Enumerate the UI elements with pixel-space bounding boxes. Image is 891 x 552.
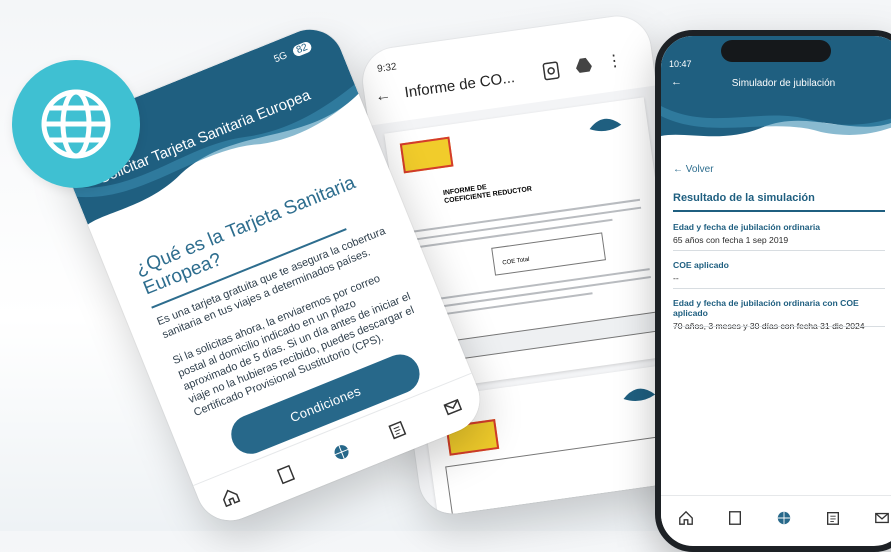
home-icon[interactable] bbox=[216, 483, 245, 512]
folder-icon[interactable] bbox=[724, 507, 746, 529]
row-divider bbox=[673, 250, 885, 251]
back-arrow-icon[interactable]: ← bbox=[374, 86, 392, 106]
clipboard-icon[interactable] bbox=[822, 507, 844, 529]
clipboard-icon[interactable] bbox=[383, 415, 412, 444]
row-value: 65 años con fecha 1 sep 2019 bbox=[673, 235, 885, 245]
volver-link[interactable]: ← Volver bbox=[673, 164, 714, 175]
globe-icon[interactable] bbox=[327, 438, 356, 467]
mail-icon[interactable] bbox=[871, 507, 891, 529]
section-underline bbox=[673, 210, 885, 212]
search-doc-icon[interactable] bbox=[542, 61, 561, 86]
institution-logo-icon bbox=[584, 110, 627, 141]
globe-icon[interactable] bbox=[773, 507, 795, 529]
text-line bbox=[422, 268, 650, 302]
phone-simulador-jubilacion: 10:47 ← Simulador de jubilación ← Volver… bbox=[655, 30, 891, 552]
more-menu-icon[interactable]: ⋮ bbox=[605, 50, 624, 72]
status-time: 10:47 bbox=[669, 59, 692, 69]
coe-total-label: COE Total bbox=[492, 233, 604, 267]
coe-table: COE Total bbox=[491, 232, 606, 275]
document-title: Informe de CO... bbox=[404, 69, 516, 101]
mail-icon[interactable] bbox=[438, 393, 467, 422]
drive-icon[interactable] bbox=[574, 56, 595, 79]
row-divider bbox=[673, 326, 885, 327]
result-row: Edad y fecha de jubilación ordinaria 65 … bbox=[673, 222, 885, 245]
bottom-navigation bbox=[661, 495, 891, 540]
status-time: 9:32 bbox=[376, 61, 397, 75]
row-label: Edad y fecha de jubilación ordinaria con… bbox=[673, 298, 885, 318]
text-line bbox=[423, 276, 651, 310]
camera-notch bbox=[721, 40, 831, 62]
government-seal bbox=[400, 137, 454, 174]
row-value: -- bbox=[673, 273, 885, 283]
page-title: Simulador de jubilación bbox=[661, 78, 891, 89]
home-icon[interactable] bbox=[675, 507, 697, 529]
volver-label: Volver bbox=[686, 164, 714, 175]
globe-badge bbox=[12, 60, 140, 188]
section-title: Resultado de la simulación bbox=[673, 192, 815, 204]
row-label: Edad y fecha de jubilación ordinaria bbox=[673, 222, 885, 232]
result-row: COE aplicado -- bbox=[673, 260, 885, 283]
row-label: COE aplicado bbox=[673, 260, 885, 270]
folder-icon[interactable] bbox=[272, 460, 301, 489]
text-line bbox=[413, 207, 641, 241]
doc-heading: INFORME DE COEFICIENTE REDUCTOR bbox=[443, 178, 534, 206]
globe-icon bbox=[38, 86, 114, 162]
row-divider bbox=[673, 288, 885, 289]
